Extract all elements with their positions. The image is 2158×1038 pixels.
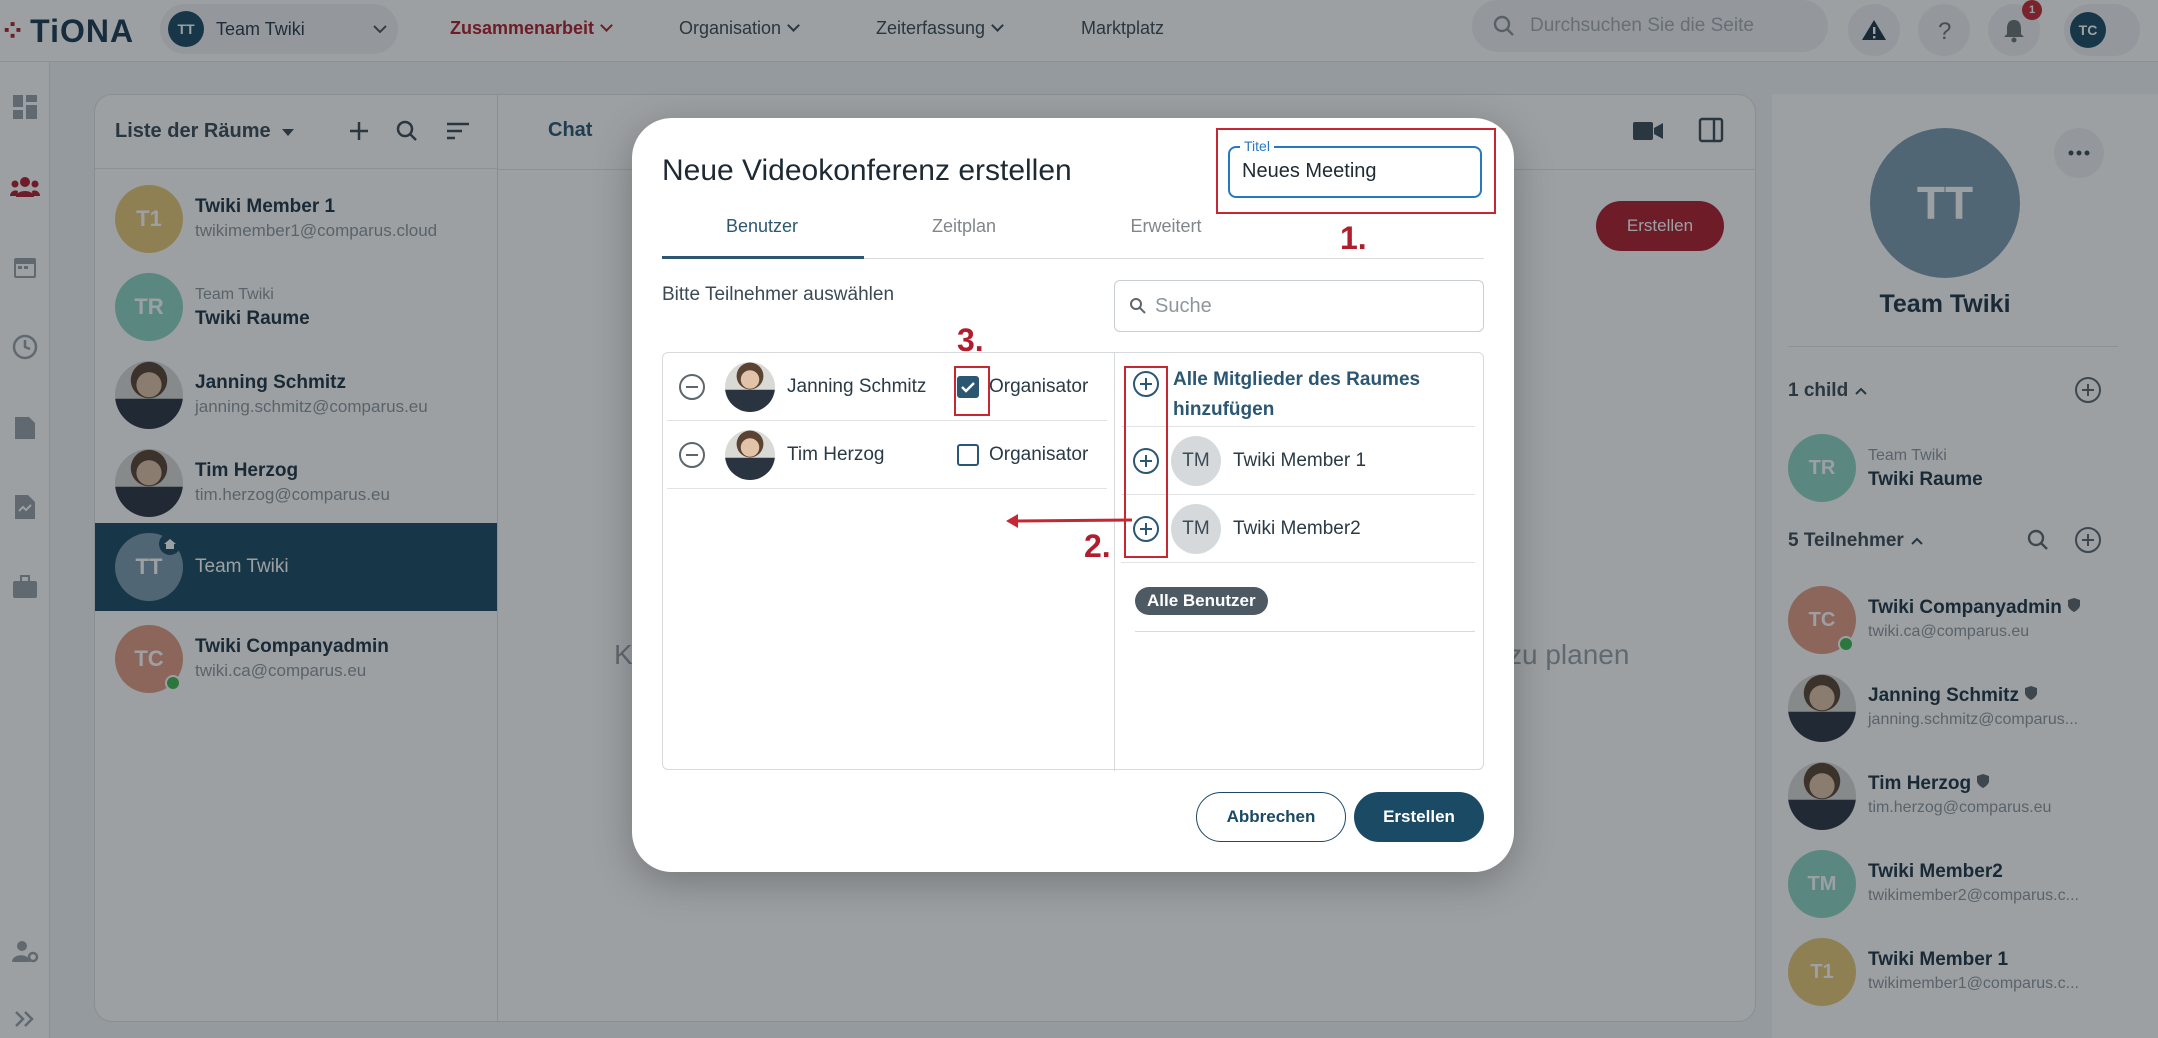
all-users-chip[interactable]: Alle Benutzer <box>1135 587 1268 615</box>
tab-benutzer[interactable]: Benutzer <box>662 216 862 237</box>
organizer-label: Organisator <box>989 375 1089 397</box>
tab-zeitplan[interactable]: Zeitplan <box>864 216 1064 237</box>
annotation-step-3: 3. <box>957 322 984 358</box>
add-all-members-row[interactable]: Alle Mitglieder des Raumes hinzufügen <box>1121 353 1475 427</box>
available-user-row[interactable]: TM Twiki Member2 <box>1121 495 1475 563</box>
avatar <box>725 429 775 480</box>
user-name: Twiki Member 1 <box>1233 449 1367 471</box>
create-button[interactable]: Erstellen <box>1354 792 1484 842</box>
annotation-arrow-left-icon <box>1006 514 1133 528</box>
selected-user-row: Tim Herzog Organisator <box>667 421 1107 489</box>
remove-user-icon[interactable] <box>679 373 705 400</box>
cancel-button[interactable]: Abbrechen <box>1196 792 1346 842</box>
meeting-title-input[interactable]: Titel Neues Meeting <box>1228 138 1482 198</box>
tab-erweitert[interactable]: Erweitert <box>1066 216 1266 237</box>
add-all-members-label: Alle Mitglieder des Raumes hinzufügen <box>1173 369 1421 420</box>
selected-user-row: Janning Schmitz Organisator <box>667 353 1107 421</box>
available-user-row[interactable]: TM Twiki Member 1 <box>1121 427 1475 495</box>
annotation-box-checkbox <box>954 366 990 416</box>
user-name: Twiki Member2 <box>1233 517 1361 539</box>
avatar: TM <box>1171 435 1221 486</box>
annotation-step-1: 1. <box>1340 220 1367 256</box>
divider <box>1135 631 1475 632</box>
participants-box: Janning Schmitz Organisator Tim Herzog O… <box>662 352 1484 771</box>
select-participants-label: Bitte Teilnehmer auswählen <box>662 284 895 305</box>
avatar <box>725 361 775 412</box>
tab-active-indicator <box>662 256 864 259</box>
organizer-checkbox[interactable] <box>957 443 979 466</box>
annotation-step-2: 2. <box>1084 528 1111 564</box>
avatar: TM <box>1171 503 1221 554</box>
meeting-title-label: Titel <box>1240 138 1274 154</box>
participant-search-input[interactable]: Suche <box>1114 280 1484 332</box>
search-icon <box>1130 298 1146 314</box>
remove-user-icon[interactable] <box>679 441 705 468</box>
dialog-title: Neue Videokonferenz erstellen <box>662 154 1072 187</box>
organizer-label: Organisator <box>989 443 1089 465</box>
user-name: Janning Schmitz <box>787 375 927 397</box>
meeting-title-value: Neues Meeting <box>1242 160 1377 182</box>
new-videoconference-dialog: Neue Videokonferenz erstellen Titel Neue… <box>632 118 1514 872</box>
available-users-column: Alle Mitglieder des Raumes hinzufügen TM… <box>1121 353 1475 771</box>
user-name: Tim Herzog <box>787 443 885 465</box>
selected-users-column: Janning Schmitz Organisator Tim Herzog O… <box>663 353 1115 771</box>
